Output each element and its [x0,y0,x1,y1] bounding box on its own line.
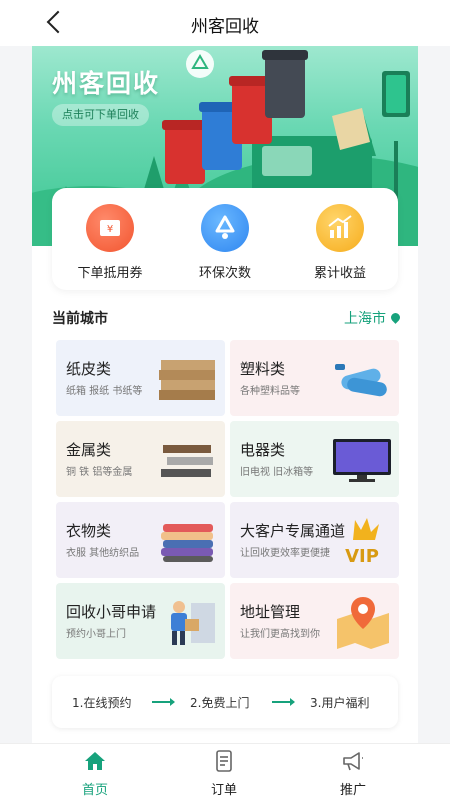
category-subtitle: 让回收更效率更便捷 [240,548,330,559]
category-title: 金属类 [66,441,112,459]
coupon-icon: ¥ [86,204,134,252]
category-subtitle: 旧电视 旧冰箱等 [240,467,314,478]
megaphone-icon [343,752,363,771]
category-courier-apply[interactable]: 回收小哥申请 预约小哥上门 [56,583,225,659]
city-name: 上海市 [344,311,386,327]
category-electronics[interactable]: 电器类 旧电视 旧冰箱等 [230,421,399,497]
category-title: 纸皮类 [66,360,112,378]
step-online-booking: 1.在线预约 [72,696,132,710]
arrow-right-icon [152,698,175,706]
cardboard-stack-icon [159,360,215,400]
tab-label: 首页 [81,783,108,798]
step-free-pickup: 2.免费上门 [190,696,250,710]
home-icon [85,752,105,770]
category-subtitle: 预约小哥上门 [66,629,126,640]
stat-coupons[interactable]: ¥ 下单抵用券 [60,204,160,281]
category-vip-channel[interactable]: 大客户专属通道 让回收更效率更便捷 VIP [230,502,399,578]
top-nav-bar: 州客回收 [0,0,450,46]
location-pin-icon [389,311,402,324]
chart-up-icon [316,204,364,252]
category-title: 大客户专属通道 [240,522,346,540]
bottom-tab-bar: 首页 订单 推广 [0,743,450,801]
tv-icon [333,439,391,482]
step-user-benefits: 3.用户福利 [310,696,370,710]
category-address-management[interactable]: 地址管理 让我们更高找到你 [230,583,399,659]
category-subtitle: 纸箱 报纸 书纸等 [66,386,143,397]
app-page: 州客回收 州客回收 点击可下单回收 ¥ 下单抵用券 环保次数 累计收益 当前城市… [0,0,450,801]
svg-text:¥: ¥ [107,224,113,235]
category-plastic[interactable]: 塑料类 各种塑料品等 [230,340,399,416]
tab-label: 推广 [339,783,366,798]
category-subtitle: 铜 铁 铝等金属 [66,467,133,478]
map-pin-icon [337,597,389,649]
current-city-heading: 当前城市 [52,311,108,327]
category-metal[interactable]: 金属类 铜 铁 铝等金属 [56,421,225,497]
category-paper[interactable]: 纸皮类 纸箱 报纸 书纸等 [56,340,225,416]
category-title: 地址管理 [240,603,301,621]
tab-home[interactable]: 首页 [65,750,125,798]
plastic-bottles-icon [335,364,387,397]
stat-label: 下单抵用券 [77,266,143,281]
category-subtitle: 各种塑料品等 [240,386,300,397]
category-title: 回收小哥申请 [66,603,157,621]
stat-earnings[interactable]: 累计收益 [290,204,390,281]
metal-bars-icon [161,445,213,477]
vip-crown-icon: VIP [345,518,379,567]
banner-title: 州客回收 [52,69,161,98]
city-selector[interactable]: 上海市 [344,308,402,328]
category-clothing[interactable]: 衣物类 衣服 其他纺织品 [56,502,225,578]
svg-text:VIP: VIP [345,546,379,567]
courier-person-icon [171,601,215,645]
stat-label: 累计收益 [313,266,366,281]
stat-label: 环保次数 [198,266,251,281]
stats-card: ¥ 下单抵用券 环保次数 累计收益 [52,188,398,290]
folded-clothes-icon [161,524,213,562]
tab-label: 订单 [210,783,237,798]
process-steps: 1.在线预约 2.免费上门 3.用户福利 [52,676,398,728]
recycle-icon [201,204,249,252]
category-subtitle: 让我们更高找到你 [240,629,320,640]
tab-promotion[interactable]: 推广 [323,750,383,798]
order-recycle-button[interactable]: 点击可下单回收 [52,104,149,126]
stat-eco-count[interactable]: 环保次数 [175,204,275,281]
page-title: 州客回收 [191,17,259,37]
order-icon [216,750,232,772]
category-title: 塑料类 [240,360,286,378]
category-title: 电器类 [240,441,286,459]
arrow-right-icon [272,698,295,706]
category-subtitle: 衣服 其他纺织品 [66,548,140,559]
category-title: 衣物类 [66,522,112,540]
tab-orders[interactable]: 订单 [194,750,254,798]
